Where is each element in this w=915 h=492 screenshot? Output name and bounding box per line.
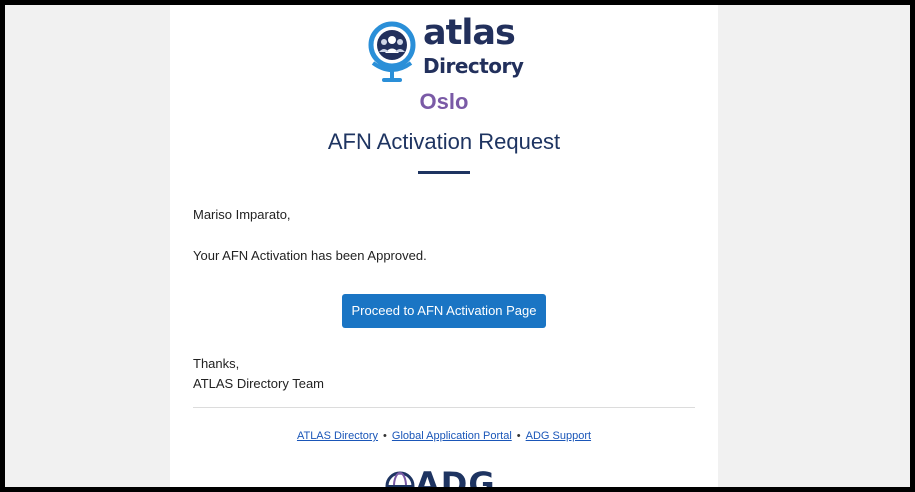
title-underline: [418, 171, 470, 174]
email-card: atlas Directory Oslo AFN Activation Requ…: [170, 5, 718, 487]
globe-icon: [385, 471, 415, 487]
logo-wordmark: atlas: [423, 13, 516, 53]
adg-logo-text: ADG: [415, 471, 496, 487]
thanks-text: Thanks,: [193, 356, 240, 371]
city-label: Oslo: [419, 89, 469, 114]
footer-link-adg-support[interactable]: ADG Support: [526, 430, 591, 442]
globe-people-icon: [368, 21, 416, 82]
signature-text: ATLAS Directory Team: [193, 376, 325, 391]
footer-divider: [193, 407, 695, 408]
footer-separator: •: [383, 430, 387, 442]
logo-subtitle: Directory: [423, 54, 524, 78]
greeting-text: Mariso Imparato,: [193, 207, 291, 222]
footer-link-atlas-directory[interactable]: ATLAS Directory: [297, 430, 378, 442]
email-viewport: atlas Directory Oslo AFN Activation Requ…: [5, 5, 910, 487]
email-title: AFN Activation Request: [327, 129, 561, 154]
footer-link-global-application-portal[interactable]: Global Application Portal: [392, 430, 512, 442]
atlas-directory-logo: atlas Directory: [365, 13, 530, 87]
footer-separator: •: [516, 430, 521, 442]
proceed-activation-button[interactable]: Proceed to AFN Activation Page: [342, 294, 546, 328]
adg-logo: ADG: [385, 471, 505, 487]
footer-links: ATLAS Directory • Global Application Porta…: [170, 430, 718, 442]
approval-message: Your AFN Activation has been Approved.: [193, 248, 427, 263]
